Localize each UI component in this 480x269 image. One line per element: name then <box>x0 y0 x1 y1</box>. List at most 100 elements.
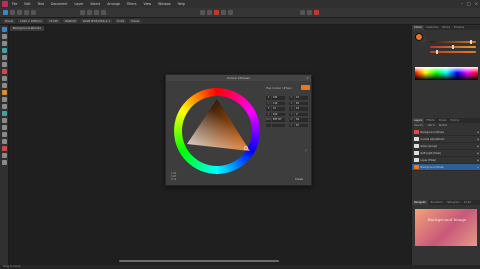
menu-view[interactable]: View <box>144 2 152 6</box>
close-button[interactable]: Close <box>295 177 303 181</box>
field-value[interactable]: 31 <box>272 107 285 111</box>
colour-wheel[interactable] <box>174 88 260 174</box>
blend-mode-select[interactable]: Normal <box>439 124 447 128</box>
eyedropper-icon[interactable]: ✓ <box>304 148 308 154</box>
visibility-checkbox-icon[interactable]: ● <box>477 159 479 162</box>
field-value[interactable]: E8771F <box>272 118 285 122</box>
menu-document[interactable]: Document <box>51 2 68 6</box>
liquify-persona-button[interactable] <box>10 10 15 15</box>
move-tool-icon[interactable] <box>1 27 7 32</box>
minimize-icon[interactable]: – <box>461 1 463 6</box>
visibility-checkbox-icon[interactable]: ● <box>477 145 479 148</box>
field-value[interactable]: 52 <box>295 107 308 111</box>
fill-color-circle[interactable] <box>415 33 423 41</box>
layer-row[interactable]: Background (Pixel) ● <box>412 164 480 171</box>
fill-tool-icon[interactable] <box>1 83 7 88</box>
align-button[interactable] <box>221 10 226 15</box>
tab-effects[interactable]: Effects <box>424 118 437 123</box>
red-slider[interactable] <box>430 40 476 44</box>
erase-tool-icon[interactable] <box>1 97 7 102</box>
field-value[interactable]: 25 <box>295 96 308 100</box>
context-chip[interactable]: RGBA/8 <box>63 19 78 23</box>
tone-mapping-persona-button[interactable] <box>24 10 29 15</box>
menu-select[interactable]: Select <box>90 2 100 6</box>
close-window-icon[interactable]: × <box>475 1 478 6</box>
slider-knob[interactable] <box>452 45 454 49</box>
dodge-tool-icon[interactable] <box>1 104 7 109</box>
blue-slider[interactable] <box>430 50 476 54</box>
photo-persona-button[interactable] <box>3 10 8 15</box>
context-chip[interactable]: sRGB IEC61966-2.1 <box>80 19 113 23</box>
crop-tool-icon[interactable] <box>1 41 7 46</box>
field-value[interactable]: 81 <box>295 101 308 106</box>
layer-row[interactable]: Soft Light (Pixel) ● <box>412 150 480 157</box>
selection-brush-icon[interactable] <box>1 48 7 53</box>
colour-spectrum[interactable] <box>415 67 478 80</box>
field-value[interactable]: 100 <box>272 112 285 117</box>
slider-knob[interactable] <box>436 50 438 54</box>
snapshot-button[interactable] <box>314 10 319 15</box>
menu-edit[interactable]: Edit <box>24 2 30 6</box>
export-persona-button[interactable] <box>31 10 36 15</box>
visibility-checkbox-icon[interactable]: ● <box>477 166 479 169</box>
context-chip[interactable]: Units <box>115 19 127 23</box>
context-chip[interactable]: Pixels <box>3 19 15 23</box>
field-value[interactable]: 0 <box>295 112 308 117</box>
pen-tool-icon[interactable] <box>1 125 7 130</box>
menu-filters[interactable]: Filters <box>127 2 137 6</box>
layer-row[interactable]: Background (Pixel) ● <box>412 129 480 136</box>
menu-help[interactable]: Help <box>178 2 185 6</box>
dialog-title[interactable]: Colour Chooser <box>166 75 311 81</box>
field-value[interactable] <box>272 123 285 128</box>
view-tool-button[interactable] <box>80 10 85 15</box>
dialog-close-icon[interactable]: × <box>306 76 309 80</box>
menu-arrange[interactable]: Arrange <box>107 2 120 6</box>
menu-window[interactable]: Window <box>158 2 171 6</box>
color-picker-icon[interactable] <box>1 76 7 81</box>
field-value[interactable]: 49 <box>295 118 308 122</box>
tab-layers[interactable]: Layers <box>412 118 425 123</box>
history-button[interactable] <box>307 10 312 15</box>
view-tool-icon[interactable] <box>1 34 7 39</box>
flood-select-icon[interactable] <box>1 62 7 67</box>
field-value[interactable]: 87 <box>295 123 308 128</box>
maximize-icon[interactable]: □ <box>467 1 471 6</box>
fill-stroke-selector[interactable] <box>415 33 427 43</box>
quick-mask-button[interactable] <box>87 10 92 15</box>
develop-persona-button[interactable] <box>17 10 22 15</box>
tab-styles[interactable]: Styles <box>437 118 449 123</box>
green-slider[interactable] <box>430 45 476 49</box>
context-chip[interactable]: Pixels <box>129 19 142 23</box>
context-chip[interactable]: 1920 x 1080 px <box>17 19 44 23</box>
navigator-preview[interactable]: Background Image <box>415 209 477 246</box>
tab-navigator[interactable]: Navigator <box>412 200 429 205</box>
red-eye-tool-icon[interactable] <box>1 146 7 151</box>
snapping-button[interactable] <box>94 10 99 15</box>
context-chip[interactable]: 72 DPI <box>46 19 61 23</box>
saturation-triangle[interactable] <box>174 88 260 174</box>
slider-knob[interactable] <box>470 40 472 44</box>
gradient-tool-icon[interactable] <box>1 90 7 95</box>
horizontal-scrollbar[interactable] <box>119 260 279 262</box>
blur-tool-icon[interactable] <box>1 118 7 123</box>
visibility-checkbox-icon[interactable]: ● <box>477 152 479 155</box>
distribute-button[interactable] <box>228 10 233 15</box>
clone-tool-icon[interactable] <box>1 111 7 116</box>
field-value[interactable]: 119 <box>272 101 285 106</box>
tab-history[interactable]: History <box>448 118 461 123</box>
marquee-tool-icon[interactable] <box>1 55 7 60</box>
arrange-forward-button[interactable] <box>207 10 212 15</box>
layer-row[interactable]: Curves Adjustment ● <box>412 136 480 143</box>
text-tool-icon[interactable] <box>1 139 7 144</box>
paint-brush-icon[interactable] <box>1 69 7 74</box>
menu-layer[interactable]: Layer <box>75 2 84 6</box>
visibility-checkbox-icon[interactable]: ● <box>477 138 479 141</box>
layer-row[interactable]: Glow (Group) ● <box>412 143 480 150</box>
arrange-back-button[interactable] <box>200 10 205 15</box>
zoom-button[interactable] <box>101 10 106 15</box>
menu-text[interactable]: Text <box>38 2 44 6</box>
tab-transform[interactable]: Transform <box>428 200 444 205</box>
tab-histogram[interactable]: Histogram <box>445 200 462 205</box>
zoom-tool-icon[interactable] <box>1 160 7 165</box>
record-button[interactable] <box>214 10 219 15</box>
